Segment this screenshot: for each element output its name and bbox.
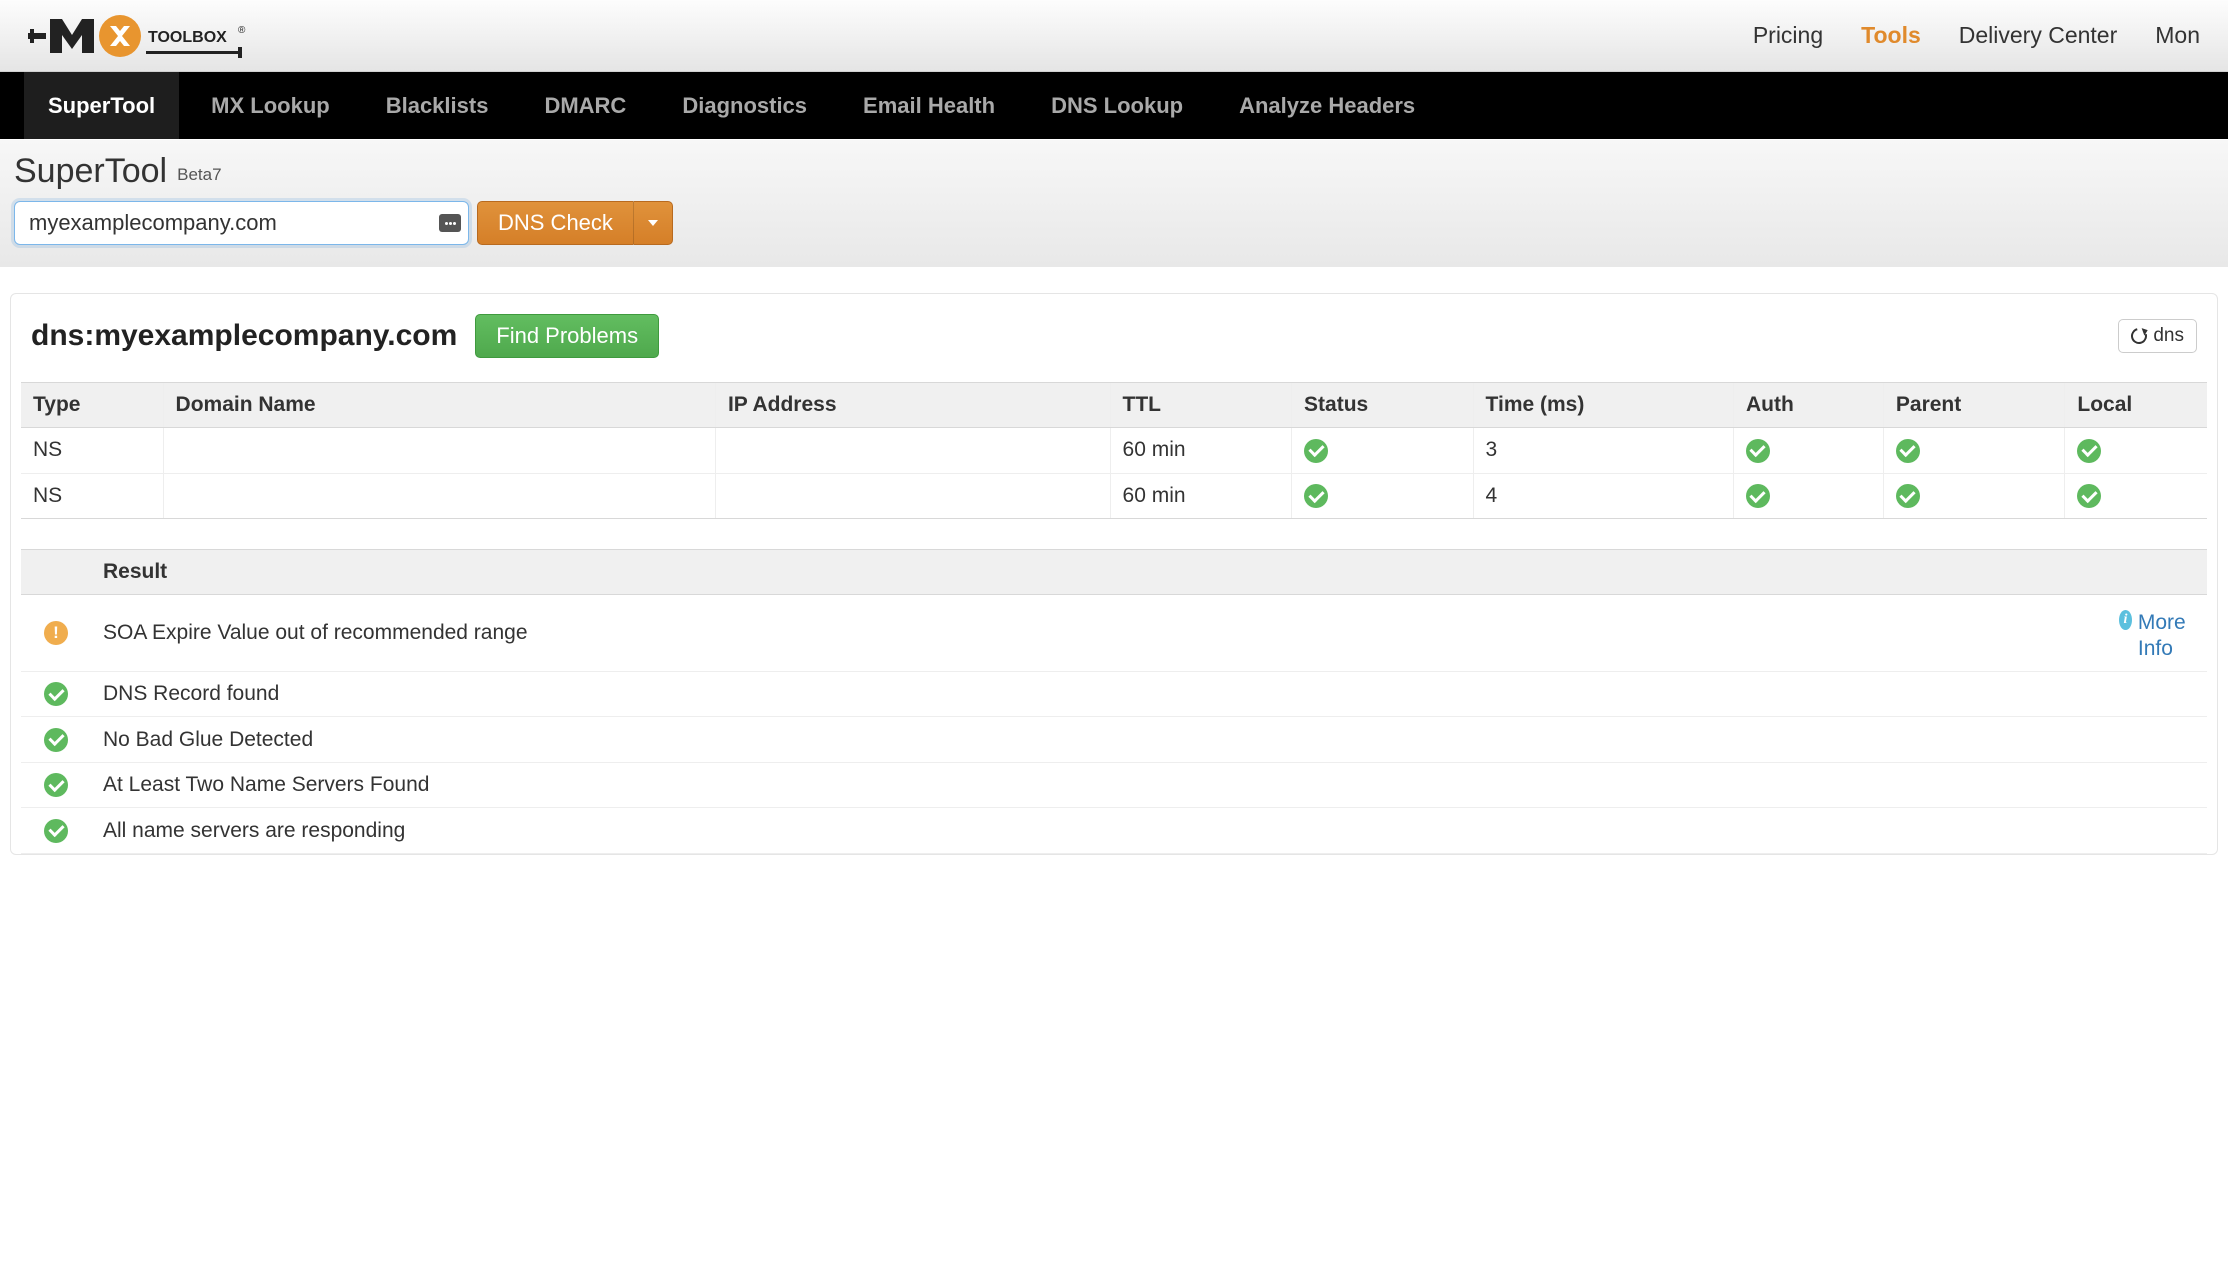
- check-icon: [1746, 439, 1770, 463]
- cell-status: [1292, 428, 1474, 474]
- dns-records-table: Type Domain Name IP Address TTL Status T…: [21, 382, 2207, 519]
- check-icon: [1746, 484, 1770, 508]
- dns-check-dropdown[interactable]: [633, 201, 673, 245]
- th-result-action: [2107, 550, 2207, 595]
- dns-check-button[interactable]: DNS Check: [477, 201, 633, 245]
- svg-text:®: ®: [238, 25, 246, 36]
- nav-mon[interactable]: Mon: [2155, 22, 2200, 49]
- check-icon: [2077, 484, 2101, 508]
- info-icon: i: [2119, 610, 2132, 630]
- check-icon: [1304, 484, 1328, 508]
- nav-pricing[interactable]: Pricing: [1753, 22, 1823, 49]
- tab-supertool[interactable]: SuperTool: [24, 72, 179, 139]
- caret-down-icon: [648, 220, 658, 226]
- tab-analyze-headers[interactable]: Analyze Headers: [1215, 72, 1439, 139]
- cell-ttl: 60 min: [1110, 473, 1292, 519]
- th-type: Type: [21, 383, 163, 428]
- th-domain: Domain Name: [163, 383, 715, 428]
- th-local: Local: [2065, 383, 2207, 428]
- tab-email-health[interactable]: Email Health: [839, 72, 1019, 139]
- more-info-link[interactable]: i More Info: [2119, 610, 2195, 660]
- cell-ttl: 60 min: [1110, 428, 1292, 474]
- check-icon: [1896, 484, 1920, 508]
- result-row: ! SOA Expire Value out of recommended ra…: [21, 595, 2207, 672]
- search-button-group: DNS Check: [477, 201, 673, 245]
- top-nav: Pricing Tools Delivery Center Mon: [1753, 22, 2200, 49]
- check-icon: [44, 728, 68, 752]
- refresh-icon: [2128, 325, 2150, 347]
- cell-local: [2065, 473, 2207, 519]
- page-title: SuperTool: [14, 152, 167, 191]
- refresh-label: dns: [2153, 325, 2184, 347]
- find-problems-button[interactable]: Find Problems: [475, 314, 659, 358]
- logo-svg: TOOLBOX ®: [28, 11, 248, 61]
- result-row: No Bad Glue Detected: [21, 717, 2207, 763]
- search-input[interactable]: [14, 201, 469, 245]
- secondary-nav: SuperTool MX Lookup Blacklists DMARC Dia…: [0, 72, 2228, 139]
- result-text: At Least Two Name Servers Found: [91, 762, 2107, 808]
- result-text: All name servers are responding: [91, 808, 2107, 854]
- result-row: DNS Record found: [21, 671, 2207, 717]
- table-row: NS 60 min 4: [21, 473, 2207, 519]
- warn-icon: !: [44, 621, 68, 645]
- cell-local: [2065, 428, 2207, 474]
- th-status: Status: [1292, 383, 1474, 428]
- nav-tools[interactable]: Tools: [1861, 22, 1921, 49]
- cell-domain: [163, 473, 715, 519]
- result-text: No Bad Glue Detected: [91, 717, 2107, 763]
- cell-time: 3: [1473, 428, 1733, 474]
- tab-dmarc[interactable]: DMARC: [520, 72, 650, 139]
- cell-type: NS: [21, 473, 163, 519]
- content: dns:myexamplecompany.com Find Problems d…: [0, 267, 2228, 855]
- tab-mx-lookup[interactable]: MX Lookup: [187, 72, 354, 139]
- more-info-label: More Info: [2138, 610, 2195, 660]
- th-parent: Parent: [1883, 383, 2065, 428]
- check-icon: [44, 819, 68, 843]
- th-auth: Auth: [1733, 383, 1883, 428]
- page-title-badge: Beta7: [177, 165, 221, 185]
- th-result-icon: [21, 550, 91, 595]
- cell-time: 4: [1473, 473, 1733, 519]
- tab-blacklists[interactable]: Blacklists: [362, 72, 513, 139]
- svg-text:TOOLBOX: TOOLBOX: [148, 29, 227, 46]
- keyboard-icon[interactable]: [439, 214, 461, 232]
- check-icon: [44, 773, 68, 797]
- th-ip: IP Address: [715, 383, 1110, 428]
- cell-domain: [163, 428, 715, 474]
- top-bar: TOOLBOX ® Pricing Tools Delivery Center …: [0, 0, 2228, 72]
- th-result: Result: [91, 550, 2107, 595]
- cell-type: NS: [21, 428, 163, 474]
- cell-ip: [715, 428, 1110, 474]
- check-icon: [44, 682, 68, 706]
- check-icon: [1304, 439, 1328, 463]
- th-ttl: TTL: [1110, 383, 1292, 428]
- cell-auth: [1733, 428, 1883, 474]
- cell-parent: [1883, 428, 2065, 474]
- result-row: All name servers are responding: [21, 808, 2207, 854]
- result-card: dns:myexamplecompany.com Find Problems d…: [10, 293, 2218, 855]
- tab-diagnostics[interactable]: Diagnostics: [658, 72, 831, 139]
- check-icon: [2077, 439, 2101, 463]
- result-text: DNS Record found: [91, 671, 2107, 717]
- result-title: dns:myexamplecompany.com: [31, 319, 457, 353]
- logo[interactable]: TOOLBOX ®: [28, 11, 248, 61]
- refresh-dns-button[interactable]: dns: [2118, 319, 2197, 353]
- result-text: SOA Expire Value out of recommended rang…: [91, 595, 2107, 672]
- page-header: SuperTool Beta7 DNS Check: [0, 139, 2228, 267]
- results-table: Result ! SOA Expire Value out of recomme…: [21, 549, 2207, 854]
- th-time: Time (ms): [1473, 383, 1733, 428]
- table-row: NS 60 min 3: [21, 428, 2207, 474]
- check-icon: [1896, 439, 1920, 463]
- result-row: At Least Two Name Servers Found: [21, 762, 2207, 808]
- cell-parent: [1883, 473, 2065, 519]
- tab-dns-lookup[interactable]: DNS Lookup: [1027, 72, 1207, 139]
- cell-ip: [715, 473, 1110, 519]
- cell-auth: [1733, 473, 1883, 519]
- nav-delivery-center[interactable]: Delivery Center: [1959, 22, 2118, 49]
- cell-status: [1292, 473, 1474, 519]
